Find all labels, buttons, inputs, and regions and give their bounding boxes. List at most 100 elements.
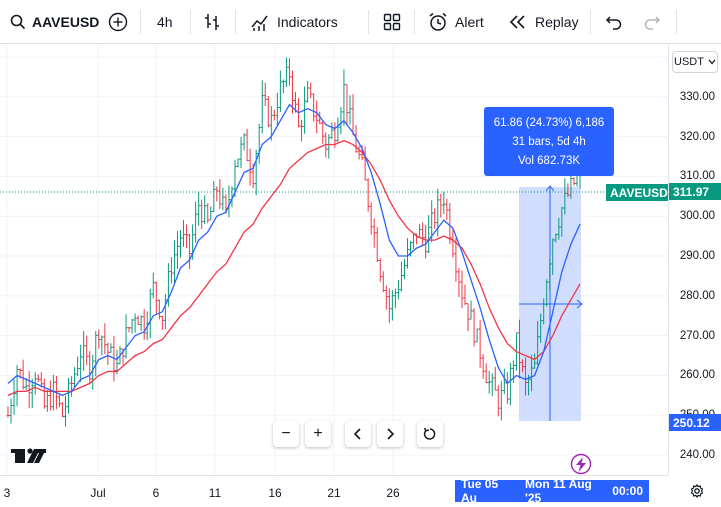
- undo-icon: [605, 16, 622, 30]
- redo-button[interactable]: [643, 0, 661, 44]
- time-tick-label: 6: [152, 486, 160, 500]
- symbol-flag-label: AAVEUSDT: [610, 185, 676, 200]
- price-axis[interactable]: 340.00330.00320.00310.00300.00290.00280.…: [668, 45, 721, 475]
- price-bar: [499, 381, 503, 421]
- price-bar: [12, 379, 16, 415]
- price-bar: [348, 95, 352, 125]
- chevron-down-icon: [708, 59, 716, 65]
- symbol-label: AAVEUSD: [32, 14, 100, 30]
- price-bar: [215, 186, 219, 202]
- price-bar: [9, 398, 13, 424]
- price-bar: [139, 315, 143, 331]
- chart-settings-button[interactable]: [686, 481, 708, 501]
- measure-change: 61.86 (24.73%) 6,186: [493, 117, 605, 129]
- price-bar: [175, 230, 179, 269]
- price-bar: [51, 374, 55, 411]
- price-bar: [287, 58, 291, 86]
- currency-dropdown[interactable]: USDT: [672, 51, 718, 73]
- chart-type-button[interactable]: [203, 0, 221, 44]
- lightning-icon[interactable]: [570, 453, 592, 475]
- chevron-left-icon: [353, 428, 361, 440]
- price-bar: [412, 232, 416, 249]
- price-bar: [257, 123, 261, 164]
- price-bar: [245, 128, 249, 161]
- price-bar: [345, 84, 349, 127]
- interval-label: 4h: [157, 14, 173, 30]
- price-bar: [357, 145, 361, 160]
- price-bar: [378, 258, 382, 282]
- price-bar: [472, 308, 476, 347]
- indicators-button[interactable]: Indicators: [250, 0, 338, 44]
- price-bar: [221, 187, 225, 211]
- price-bar: [508, 362, 512, 406]
- chart-area[interactable]: − + 61.86 (24.73%) 6,186 31 bars, 5d 4h …: [0, 45, 721, 507]
- alert-button[interactable]: Alert: [428, 0, 484, 44]
- price-bar: [266, 96, 270, 128]
- measure-bars: 31 bars, 5d 4h: [512, 136, 586, 148]
- price-bar: [351, 94, 355, 136]
- interval-button[interactable]: 4h: [157, 0, 173, 44]
- price-bar: [70, 376, 74, 397]
- price-bar: [427, 215, 431, 253]
- time-tick-label: 11: [208, 486, 222, 500]
- price-bar: [306, 81, 310, 103]
- price-bar: [64, 395, 68, 427]
- price-bar: [130, 318, 134, 334]
- layouts-button[interactable]: [383, 0, 401, 44]
- chevron-right-icon: [387, 428, 395, 440]
- price-tick-label: 320.00: [679, 130, 715, 143]
- price-bar: [421, 222, 425, 247]
- price-bar: [327, 134, 331, 159]
- price-bar: [124, 314, 128, 359]
- zoom-out-button[interactable]: −: [273, 421, 299, 447]
- gear-icon: [690, 484, 704, 498]
- price-bar: [284, 57, 288, 87]
- symbol-search-button[interactable]: AAVEUSD: [10, 0, 99, 44]
- alarm-clock-icon: [429, 12, 447, 31]
- price-bar: [384, 285, 388, 310]
- price-bar: [94, 331, 98, 377]
- price-bar: [85, 335, 89, 366]
- rewind-icon: [509, 15, 525, 29]
- price-bar: [203, 195, 207, 225]
- time-tick-label: Jul: [90, 486, 106, 500]
- price-bar: [127, 326, 131, 333]
- price-bar: [487, 370, 491, 394]
- undo-button[interactable]: [605, 0, 623, 44]
- price-bar: [73, 366, 77, 388]
- tradingview-logo-icon[interactable]: [11, 448, 46, 463]
- grid-layout-icon: [383, 13, 401, 31]
- price-bar: [239, 136, 243, 169]
- plus-icon: +: [313, 425, 323, 442]
- time-tick-label: 26: [386, 486, 400, 500]
- zoom-in-button[interactable]: +: [305, 421, 331, 447]
- scroll-left-button[interactable]: [345, 421, 371, 447]
- price-bar: [375, 227, 379, 262]
- price-bar: [21, 359, 25, 390]
- price-bar: [372, 218, 376, 248]
- price-bar: [100, 335, 104, 356]
- price-tick-label: 300.00: [679, 210, 715, 223]
- time-tick-label: 3: [3, 486, 11, 500]
- toolbar-divider: [140, 10, 141, 34]
- price-bar: [339, 107, 343, 135]
- price-bar: [197, 191, 201, 226]
- price-bar: [309, 82, 313, 99]
- price-bar: [393, 288, 397, 309]
- price-bar: [418, 224, 422, 238]
- toolbar-divider: [676, 10, 677, 34]
- price-bar: [342, 69, 346, 126]
- price-bar: [451, 229, 455, 258]
- replay-button[interactable]: Replay: [509, 0, 579, 44]
- price-bar: [478, 320, 482, 368]
- price-bar: [496, 384, 500, 417]
- reset-chart-button[interactable]: [417, 421, 443, 447]
- price-bar: [76, 356, 80, 377]
- range-low-price-value: 250.12: [673, 415, 710, 430]
- scroll-right-button[interactable]: [377, 421, 403, 447]
- price-bar: [366, 178, 370, 212]
- price-bar: [466, 303, 470, 332]
- price-tick-label: 270.00: [679, 329, 715, 342]
- compare-symbol-button[interactable]: [108, 0, 128, 44]
- range-end-time: 00:00: [612, 484, 643, 498]
